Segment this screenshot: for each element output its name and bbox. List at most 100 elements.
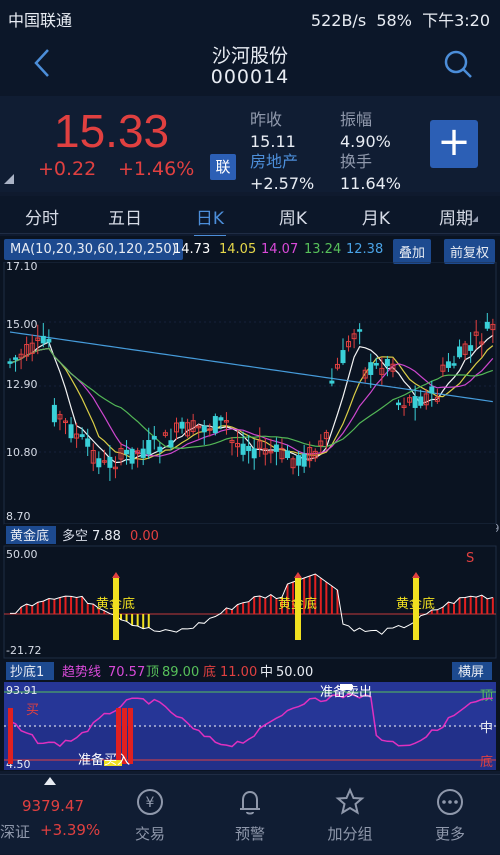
side-bottom: 底: [480, 754, 493, 770]
expand-up-icon: [44, 777, 56, 785]
kline-chart[interactable]: 17.1015.0012.9010.808.70 18/06/29 黄金底 多空…: [0, 262, 500, 771]
bottom-label: 底: [203, 664, 216, 680]
adjust-button[interactable]: 前复权: [444, 239, 496, 264]
hjd-marker-arrow: [412, 572, 420, 578]
top-value: 89.00: [162, 665, 199, 680]
amplitude: 振幅 4.90%: [340, 106, 391, 151]
search-icon[interactable]: [442, 48, 474, 80]
mid-label: 中: [260, 665, 273, 680]
ma30-value: 14.07: [261, 242, 299, 257]
tab-more[interactable]: 更多: [405, 787, 495, 844]
hjd-axis-top: 50.00: [6, 548, 38, 561]
price-axis-label: 17.10: [6, 262, 38, 273]
trend-label: 趋势线: [62, 664, 101, 680]
chaodi-name: 抄底1: [10, 664, 44, 680]
tab-daily-k[interactable]: 日K: [170, 204, 250, 238]
candle-body: [412, 396, 418, 408]
price-change-pct: +1.46%: [118, 158, 195, 180]
side-mid: 中: [480, 721, 493, 736]
candle-body: [179, 421, 185, 429]
candle-body: [46, 338, 52, 343]
candle-body: [68, 424, 74, 439]
star-icon: [335, 787, 365, 815]
candle-body: [212, 416, 218, 434]
price-change: +0.22: [38, 158, 97, 180]
candle-body: [340, 350, 346, 364]
bottom-value: 11.00: [220, 665, 257, 680]
tab-intraday[interactable]: 分时: [2, 204, 82, 229]
candle-body: [168, 440, 174, 448]
candle-body: [357, 329, 363, 332]
candle-body: [457, 346, 463, 358]
candle-body: [201, 425, 207, 433]
buy-signal-bar: [8, 708, 13, 764]
candle-body: [146, 440, 152, 455]
sector-change: +2.57%: [250, 174, 315, 193]
candle-body: [301, 453, 307, 467]
candle-body: [296, 455, 302, 466]
tab-five-day[interactable]: 五日: [85, 204, 165, 229]
carrier-label: 中国联通: [8, 11, 73, 30]
candle-body: [240, 443, 246, 455]
hjd-s-marker: S: [466, 551, 474, 566]
stock-code: 000014: [210, 66, 290, 88]
prev-close-label: 昨收: [250, 110, 283, 129]
buy-short-text: 买: [26, 703, 39, 718]
price-axis-label: 10.80: [6, 446, 38, 459]
candle-body: [151, 435, 157, 440]
price-axis-label: 8.70: [6, 510, 31, 523]
bottom-tab-bar: 9379.47 深证 +3.39% ¥ 交易 预警 加分组 更多: [0, 774, 500, 854]
index-change: +3.39%: [40, 821, 101, 839]
current-price: 15.33: [54, 105, 170, 157]
clock: 下午3:20: [422, 11, 490, 30]
battery-level: 58%: [376, 11, 412, 30]
dropdown-corner-icon: [472, 216, 478, 222]
sector-label[interactable]: 房地产: [250, 148, 314, 172]
yen-coin-icon: ¥: [137, 789, 163, 815]
tab-alert[interactable]: 预警: [205, 787, 295, 844]
hjd-dk-label: 多空: [62, 528, 88, 544]
ma-settings-button[interactable]: MA(10,20,30,60,120,250): [4, 239, 183, 260]
candle-body: [285, 450, 290, 459]
lian-button[interactable]: 联: [210, 154, 236, 180]
hjd-marker-arrow: [294, 572, 302, 578]
stock-name: 沙河股份: [211, 45, 288, 67]
candle-body: [7, 361, 13, 364]
overlay-button[interactable]: 叠加: [393, 239, 432, 264]
candle-body: [246, 445, 252, 452]
tab-period[interactable]: 周期: [416, 204, 496, 229]
add-watchlist-button[interactable]: +: [430, 120, 478, 168]
screen-button: 横屏: [458, 665, 484, 680]
side-top: 顶: [480, 689, 493, 704]
price-axis-label: 12.90: [6, 378, 38, 391]
index-value: 9379.47: [22, 797, 85, 815]
ma60-value: 13.24: [304, 242, 342, 257]
candle-body: [129, 448, 135, 464]
candle-body: [13, 357, 19, 360]
candle-body: [484, 321, 490, 329]
hjd-zero-value: 0.00: [130, 529, 159, 544]
tab-monthly-k[interactable]: 月K: [336, 204, 416, 229]
sector[interactable]: 房地产 +2.57%: [250, 148, 314, 193]
candle-body: [468, 345, 474, 351]
candle-body: [85, 438, 91, 447]
index-ticker[interactable]: 9379.47 深证 +3.39%: [0, 775, 100, 855]
hjd-name: 黄金底: [10, 528, 49, 544]
ma-legend: MA(10,20,30,60,120,250) 14.73 14.05 14.0…: [0, 236, 500, 264]
kline-frame: [3, 262, 497, 525]
candle-body: [140, 448, 146, 458]
hjd-axis-bottom: -21.72: [6, 644, 41, 657]
corner-arrow-icon: [4, 174, 14, 184]
status-right: 522B/s 58% 下午3:20: [311, 7, 490, 31]
sell-text: 准备卖出: [320, 684, 372, 700]
tab-weekly-k[interactable]: 周K: [253, 204, 333, 229]
candle-body: [107, 456, 113, 468]
candle-body: [79, 434, 85, 437]
candle-body: [396, 402, 401, 406]
price-axis-label: 15.00: [6, 318, 38, 331]
tab-trade[interactable]: ¥ 交易: [105, 787, 195, 844]
tab-alert-label: 预警: [234, 825, 265, 843]
candle-body: [373, 363, 379, 366]
candle-body: [384, 359, 390, 367]
tab-add-group[interactable]: 加分组: [305, 787, 395, 844]
